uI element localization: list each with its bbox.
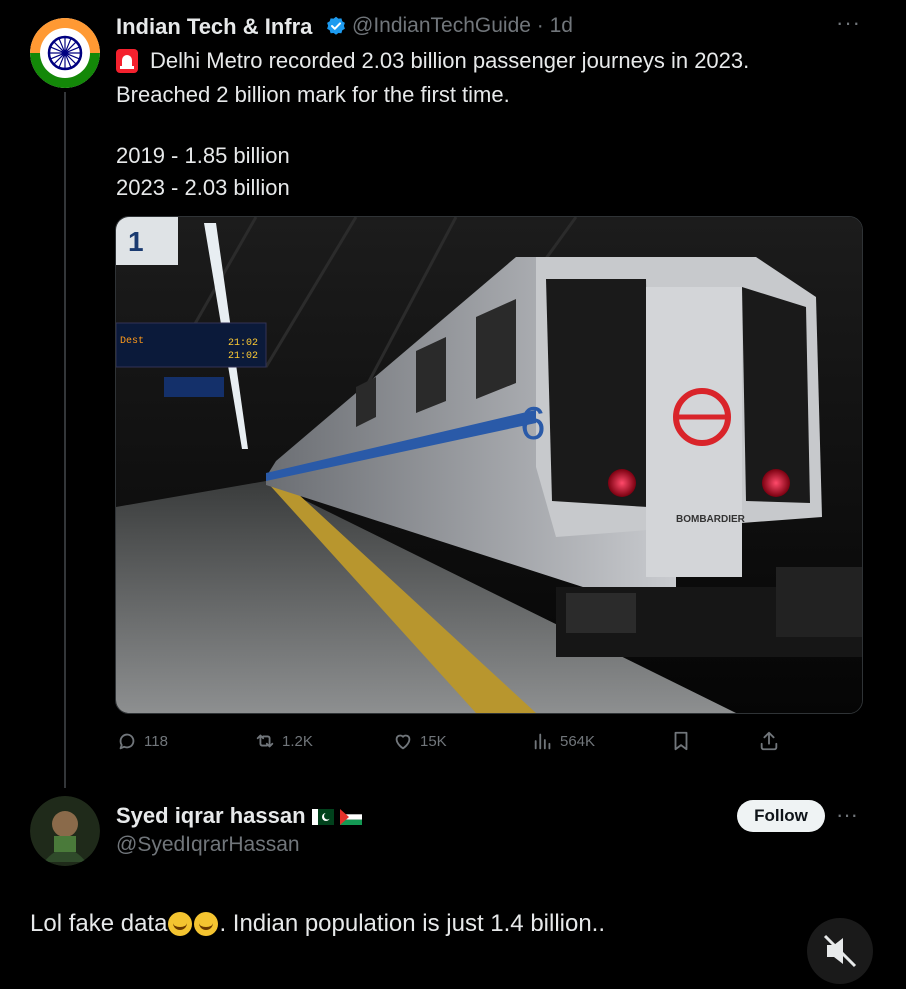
reply-author-handle[interactable]: @SyedIqrarHassan: [116, 833, 300, 857]
rofl-emoji-icon: [168, 912, 193, 936]
author-name[interactable]: Indian Tech & Infra: [116, 14, 312, 40]
rofl-emoji-icon: [194, 912, 219, 936]
more-icon[interactable]: ···: [836, 802, 858, 828]
train-maker: BOMBARDIER: [676, 514, 746, 525]
board-time-2: 21:02: [228, 351, 258, 362]
thread-line: [64, 92, 66, 788]
tweet-stat-2019: 2019 - 1.85 billion: [116, 143, 290, 168]
reply-text: Lol fake data . Indian population is jus…: [30, 910, 605, 938]
reply-action[interactable]: 118: [116, 728, 168, 754]
like-action[interactable]: 15K: [392, 728, 447, 754]
views-icon: [534, 733, 551, 750]
alarm-light-icon: [116, 49, 138, 73]
tweet-stat-2023: 2023 - 2.03 billion: [116, 175, 290, 200]
follow-button[interactable]: Follow: [737, 800, 825, 832]
repost-action[interactable]: 1.2K: [254, 728, 313, 754]
mute-icon[interactable]: [807, 918, 873, 984]
like-count: 15K: [420, 732, 447, 750]
more-icon[interactable]: ···: [836, 10, 861, 36]
reply-icon: [119, 733, 135, 750]
platform-number: 1: [128, 226, 144, 257]
palestine-flag-icon: [339, 809, 362, 826]
tweet-media-photo[interactable]: 1 Dest 21:02 21:02 6 BOMBARDIER: [115, 216, 863, 714]
reply-author-name[interactable]: Syed iqrar hassan: [116, 803, 362, 829]
like-icon: [395, 734, 411, 750]
train-number: 6: [520, 397, 546, 449]
board-time-1: 21:02: [228, 338, 258, 349]
share-icon[interactable]: [758, 728, 780, 754]
reply-text-part1: Lol fake data: [30, 910, 168, 937]
views-count: 564K: [560, 732, 596, 750]
repost-icon: [256, 734, 274, 748]
verified-badge-icon: [326, 16, 346, 36]
reply-count: 118: [144, 732, 168, 750]
pakistan-flag-icon: [311, 809, 334, 826]
tweet-text-line2: Breached 2 billion mark for the first ti…: [116, 82, 510, 107]
views-action[interactable]: 564K: [532, 728, 595, 754]
repost-count: 1.2K: [282, 732, 313, 750]
author-avatar[interactable]: [30, 18, 100, 88]
reply-author-avatar[interactable]: [30, 796, 100, 866]
author-handle[interactable]: @IndianTechGuide · 1d: [352, 14, 573, 38]
svg-text:Dest: Dest: [120, 336, 144, 347]
tweet-text-line1: Delhi Metro recorded 2.03 billion passen…: [150, 48, 750, 73]
reply-text-part2: . Indian population is just 1.4 billion.…: [219, 910, 606, 937]
bookmark-icon[interactable]: [670, 728, 692, 754]
